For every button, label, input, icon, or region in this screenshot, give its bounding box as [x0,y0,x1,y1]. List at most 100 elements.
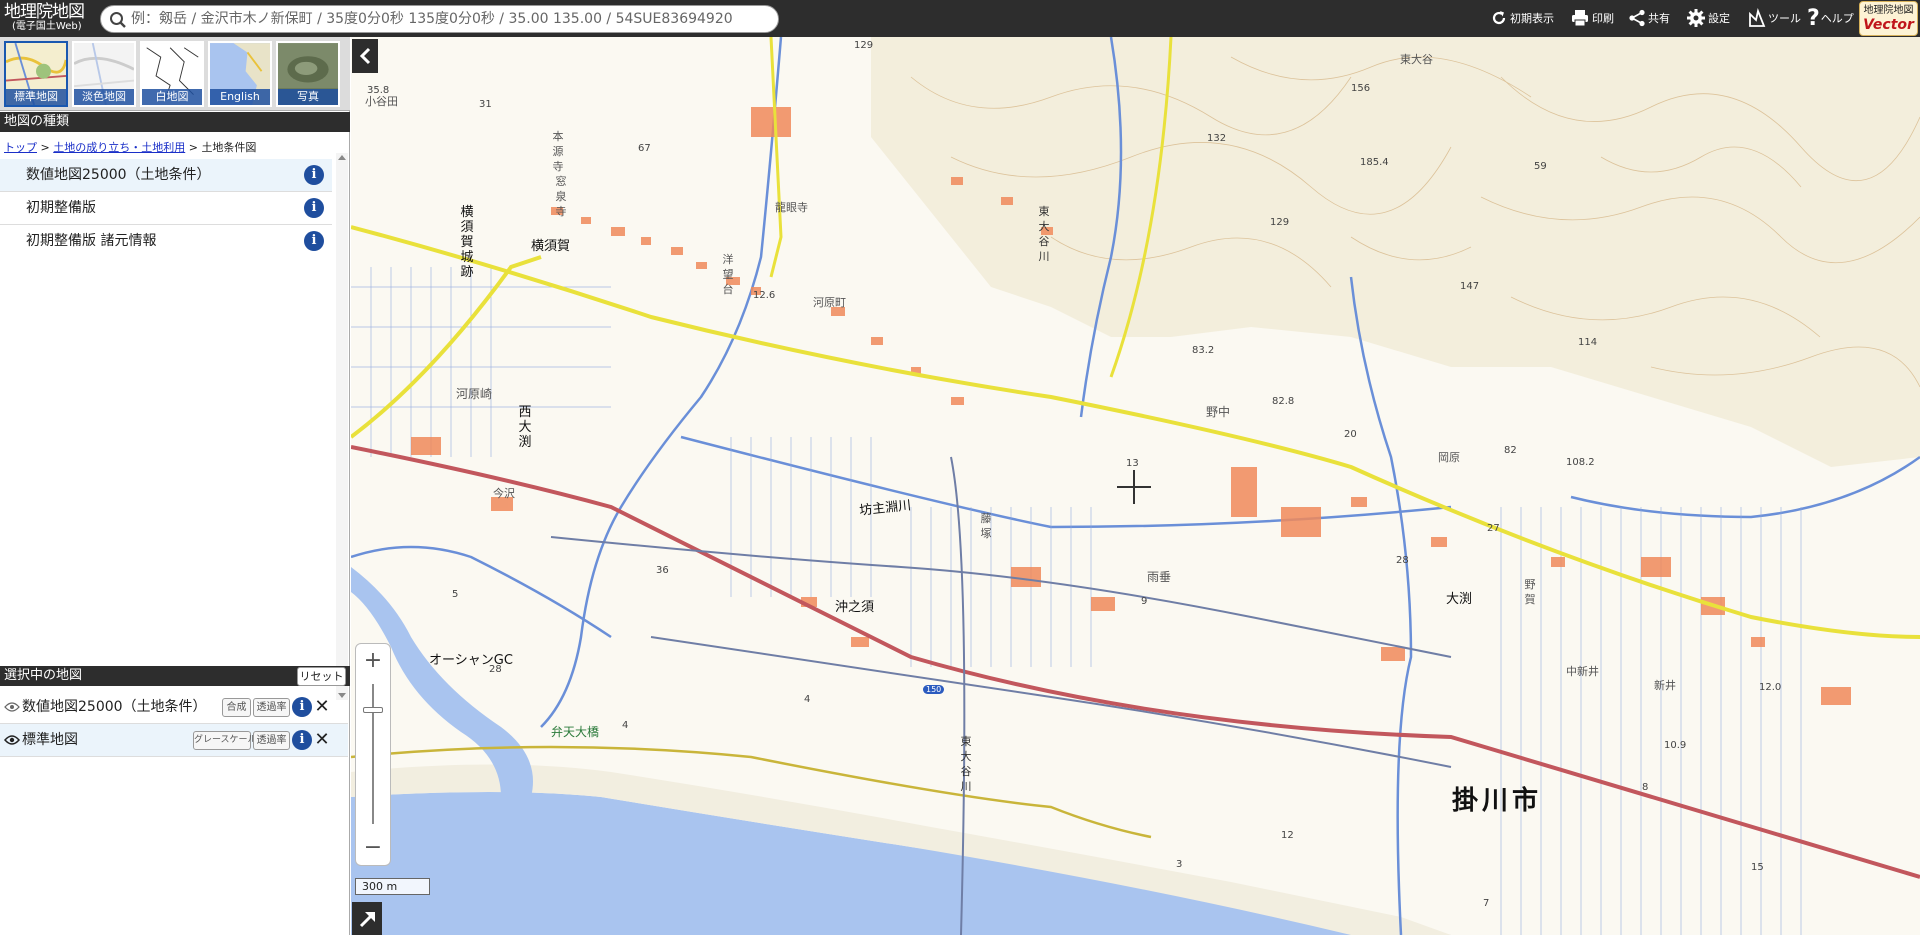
thumb-blank-map-label: 白地図 [142,89,202,105]
breadcrumb-current: 土地条件図 [201,141,257,154]
thumb-pale-map[interactable]: 淡色地図 [72,41,136,107]
breadcrumb-parent-link[interactable]: 土地の成り立ち・土地利用 [53,141,185,154]
thumb-blank-map[interactable]: 白地図 [140,41,204,107]
help-label: ヘルプ [1820,12,1854,25]
spot-height: 10.9 [1664,740,1687,751]
reset-view-label: 初期表示 [1510,12,1554,25]
opacity-button[interactable]: 透過率 [253,731,290,750]
opacity-button[interactable]: 透過率 [253,698,290,717]
thumb-english-map-label: English [210,89,270,105]
print-button[interactable]: 印刷 [1570,6,1614,30]
logo-subtitle: (電子国土Web) [12,21,82,32]
info-icon[interactable]: i [304,165,324,185]
tools-button[interactable]: ツール [1748,6,1801,30]
map-label-shinden: 新井 [1654,679,1676,692]
share-button[interactable]: 共有 [1628,6,1670,30]
eye-icon[interactable] [4,702,20,712]
spot-height: 28 [1396,555,1409,566]
spot-height: 108.2 [1566,457,1595,468]
zoom-slider-track[interactable] [372,684,374,824]
close-icon[interactable]: ✕ [314,697,330,717]
zoom-in-button[interactable]: + [356,646,390,676]
info-icon[interactable]: i [304,198,324,218]
vector-badge-line1: 地理院地図 [1863,5,1914,16]
expand-button[interactable] [352,902,382,935]
selected-layer-standard: 標準地図 グレースケール 透過率 i ✕ [0,724,348,757]
search-box[interactable] [100,5,779,33]
spot-height: 8 [1642,782,1649,793]
map-label-higashiotani: 東大谷 [1400,53,1433,66]
breadcrumb-separator: > [37,141,54,154]
share-icon [1629,9,1645,27]
thumb-photo[interactable]: 写真 [276,41,340,107]
reset-button[interactable]: リセット [297,667,346,686]
thumb-photo-label: 写真 [278,89,338,105]
spot-height: 156 [1351,83,1371,94]
spot-height: 4 [622,720,629,731]
map-label-nakashinden: 中新井 [1566,665,1599,678]
help-button[interactable]: ? ヘルプ [1807,5,1854,31]
grayscale-button[interactable]: グレースケール [193,731,257,750]
settings-button[interactable]: 設定 [1686,6,1730,30]
map-types-scrollbar[interactable] [336,153,348,700]
info-icon[interactable]: i [292,730,312,750]
map-type-item-initial[interactable]: 初期整備版 i [0,192,332,225]
zoom-out-button[interactable]: − [356,833,390,863]
spot-height: 7 [1483,898,1490,909]
blend-button[interactable]: 合成 [222,698,251,717]
breadcrumb-top-link[interactable]: トップ [4,141,37,154]
reset-view-button[interactable]: 初期表示 [1490,6,1554,30]
spot-height: 13 [1126,458,1139,469]
chevron-left-icon [359,47,371,65]
thumb-standard-map[interactable]: 標準地図 [4,41,68,107]
map-label-benten-bridge: 弁天大橋 [551,725,600,739]
spot-height: 82.8 [1272,396,1295,407]
collapse-sidebar-button[interactable] [352,39,378,73]
close-icon[interactable]: ✕ [314,730,330,750]
settings-label: 設定 [1708,12,1730,25]
zoom-slider-handle[interactable] [363,707,383,713]
spot-height: 59 [1534,161,1547,172]
map-types-heading: 地図の種類 [0,112,350,132]
spot-height: 67 [638,143,651,154]
site-logo[interactable]: 地理院地図 (電子国土Web) [4,3,96,35]
thumb-english-map[interactable]: English [208,41,272,107]
info-icon[interactable]: i [304,231,324,251]
info-icon[interactable]: i [292,697,312,717]
map-label-ameagari: 雨垂 [1147,570,1172,584]
logo-title: 地理院地図 [4,2,85,22]
map-type-item-landcondition[interactable]: 数値地図25000（土地条件） i [0,159,332,192]
search-input[interactable] [131,9,771,29]
map-label-higashiotani-river: 東大谷川 [1038,205,1050,263]
vector-badge-line2: Vector [1863,17,1914,33]
spot-height: 4 [804,694,811,705]
map-label-yosuidai: 洋望台 [722,253,734,296]
map-label-kawarazaki: 河原崎 [456,387,493,401]
spot-height: 185.4 [1360,157,1389,168]
refresh-icon [1492,11,1506,25]
breadcrumb-separator: > [185,141,202,154]
question-icon: ? [1807,5,1820,31]
map-type-item-initial-spec[interactable]: 初期整備版 諸元情報 i [0,225,332,258]
thumb-pale-map-label: 淡色地図 [74,89,134,105]
spot-height: 129 [854,40,874,51]
spot-height: 83.2 [1192,345,1215,356]
tools-label: ツール [1768,12,1801,25]
vector-badge[interactable]: 地理院地図 Vector [1859,1,1918,36]
gear-icon [1687,9,1705,27]
zoom-control: + − [355,643,391,866]
layer-name: 標準地図 [22,732,78,748]
spot-height: 9 [1141,596,1148,607]
map-type-item-label: 数値地図25000（土地条件） [26,167,211,183]
map-label-fujitsuka: 藤塚 [980,512,992,540]
map-label-okahara: 岡原 [1438,451,1460,464]
arrow-diagonal-icon [359,912,375,928]
spot-height: 27 [1487,523,1500,534]
scale-bar: 300 m [355,878,430,895]
eye-icon[interactable] [4,735,20,745]
scroll-up-arrow[interactable] [338,155,346,160]
route-150-badge: 150 [923,685,945,694]
spot-height: 28 [489,664,502,675]
share-label: 共有 [1648,12,1670,25]
map-label-obuchi: 大渕 [1446,592,1473,607]
